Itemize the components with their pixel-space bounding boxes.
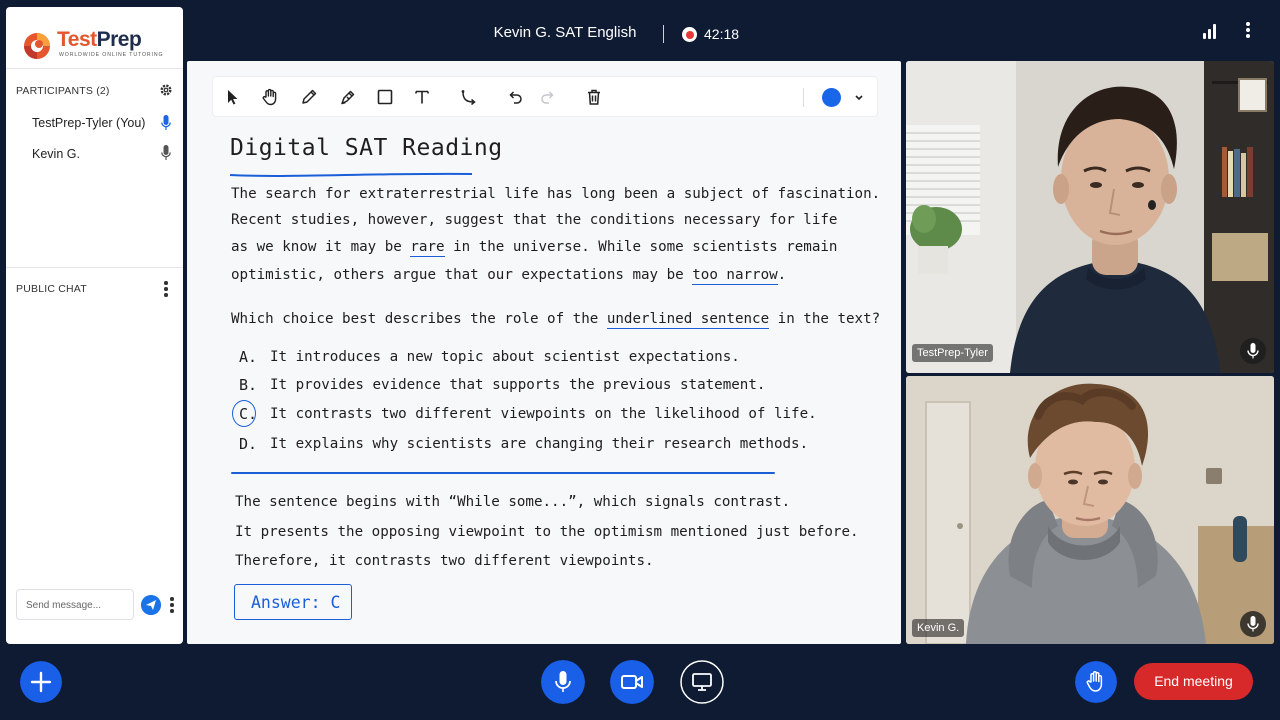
- title-divider: [663, 25, 664, 43]
- toolbar-divider: [803, 88, 804, 107]
- mic-icon[interactable]: [1240, 338, 1266, 364]
- choice-text: It introduces a new topic about scientis…: [270, 349, 740, 365]
- underlined-phrase: too narrow: [692, 267, 778, 285]
- text-icon[interactable]: [412, 87, 432, 107]
- recording-icon: [682, 27, 697, 42]
- undo-icon[interactable]: [505, 87, 525, 107]
- video-tile-tutor[interactable]: TestPrep-Tyler: [906, 61, 1274, 373]
- connection-signal-icon[interactable]: [1203, 23, 1219, 39]
- hand-icon[interactable]: [260, 87, 280, 107]
- chevron-down-icon[interactable]: [853, 88, 865, 107]
- explanation-line: It presents the opposing viewpoint to th…: [235, 524, 859, 540]
- select-icon[interactable]: [222, 87, 242, 107]
- student-video-feed: [906, 376, 1274, 644]
- explanation-line: The sentence begins with “While some...”…: [235, 494, 791, 510]
- choice-letter: C.: [239, 405, 258, 423]
- separator-line: [231, 472, 775, 474]
- passage-line: The search for extraterrestrial life has…: [231, 186, 881, 202]
- mic-active-icon: [161, 115, 171, 130]
- passage-line: Recent studies, however, suggest that th…: [231, 212, 838, 228]
- rectangle-icon[interactable]: [375, 87, 395, 107]
- video-tile-student[interactable]: Kevin G.: [906, 376, 1274, 644]
- camera-button[interactable]: [610, 660, 654, 704]
- gear-icon[interactable]: [159, 83, 173, 97]
- choice-text: It explains why scientists are changing …: [270, 436, 809, 452]
- tutor-video-feed: [906, 61, 1274, 373]
- participant-name[interactable]: TestPrep-Tyler (You): [32, 116, 145, 130]
- send-icon[interactable]: [141, 595, 161, 615]
- raise-hand-button[interactable]: [1075, 661, 1117, 703]
- end-meeting-button[interactable]: End meeting: [1134, 663, 1253, 700]
- video-name-tag: TestPrep-Tyler: [912, 344, 993, 362]
- passage-line: optimistic, others argue that our expect…: [231, 267, 787, 285]
- more-options-icon[interactable]: [1240, 20, 1256, 40]
- chat-more-icon[interactable]: [164, 596, 180, 614]
- choice-letter: D.: [239, 435, 258, 453]
- participant-name[interactable]: Kevin G.: [32, 147, 80, 161]
- trash-icon[interactable]: [584, 87, 604, 107]
- marker-icon[interactable]: [338, 87, 358, 107]
- whiteboard-title: Digital SAT Reading: [230, 135, 503, 161]
- connector-icon[interactable]: [459, 87, 479, 107]
- video-name-tag: Kevin G.: [912, 619, 965, 637]
- participants-title: PARTICIPANTS (2): [16, 85, 110, 97]
- whiteboard-toolbar: [212, 76, 878, 117]
- chat-message-input[interactable]: Send message...: [16, 589, 134, 620]
- top-bar: Kevin G. SAT English 42:18: [0, 0, 1280, 62]
- pencil-icon[interactable]: [299, 87, 319, 107]
- whiteboard[interactable]: Digital SAT Reading The search for extra…: [187, 61, 901, 644]
- explanation-line: Therefore, it contrasts two different vi…: [235, 553, 654, 569]
- testprep-logo: TestPrep WORLDWIDE ONLINE TUTORING: [22, 28, 172, 64]
- choice-letter: A.: [239, 348, 258, 366]
- meeting-title: Kevin G. SAT English: [493, 24, 637, 41]
- redo-icon[interactable]: [538, 87, 558, 107]
- recording-timer: 42:18: [704, 26, 740, 42]
- add-icon[interactable]: [20, 661, 62, 703]
- passage-line: as we know it may be rare in the univers…: [231, 239, 838, 257]
- choice-letter: B.: [239, 376, 258, 394]
- answer-box: Answer: C: [234, 584, 352, 620]
- mic-icon[interactable]: [1240, 611, 1266, 637]
- logo-tagline: WORLDWIDE ONLINE TUTORING: [59, 52, 164, 58]
- underlined-word: rare: [410, 239, 445, 257]
- answer-text: Answer: C: [251, 593, 341, 612]
- logo-mark-icon: [24, 33, 50, 59]
- color-picker-swatch[interactable]: [822, 88, 841, 107]
- chat-options-icon[interactable]: [158, 280, 174, 298]
- underlined-phrase: underlined sentence: [606, 311, 770, 329]
- public-chat-title: PUBLIC CHAT: [16, 283, 87, 295]
- microphone-button[interactable]: [541, 660, 585, 704]
- choice-text: It provides evidence that supports the p…: [270, 377, 766, 393]
- sidebar: TestPrep WORLDWIDE ONLINE TUTORING PARTI…: [6, 7, 183, 644]
- logo-wordmark: TestPrep: [57, 28, 142, 51]
- divider: [6, 68, 183, 69]
- title-underline: [229, 172, 473, 177]
- question-text: Which choice best describes the role of …: [231, 311, 881, 329]
- divider: [6, 267, 183, 268]
- choice-text: It contrasts two different viewpoints on…: [270, 406, 817, 422]
- screen-share-button[interactable]: [680, 660, 724, 704]
- mic-icon: [161, 145, 171, 160]
